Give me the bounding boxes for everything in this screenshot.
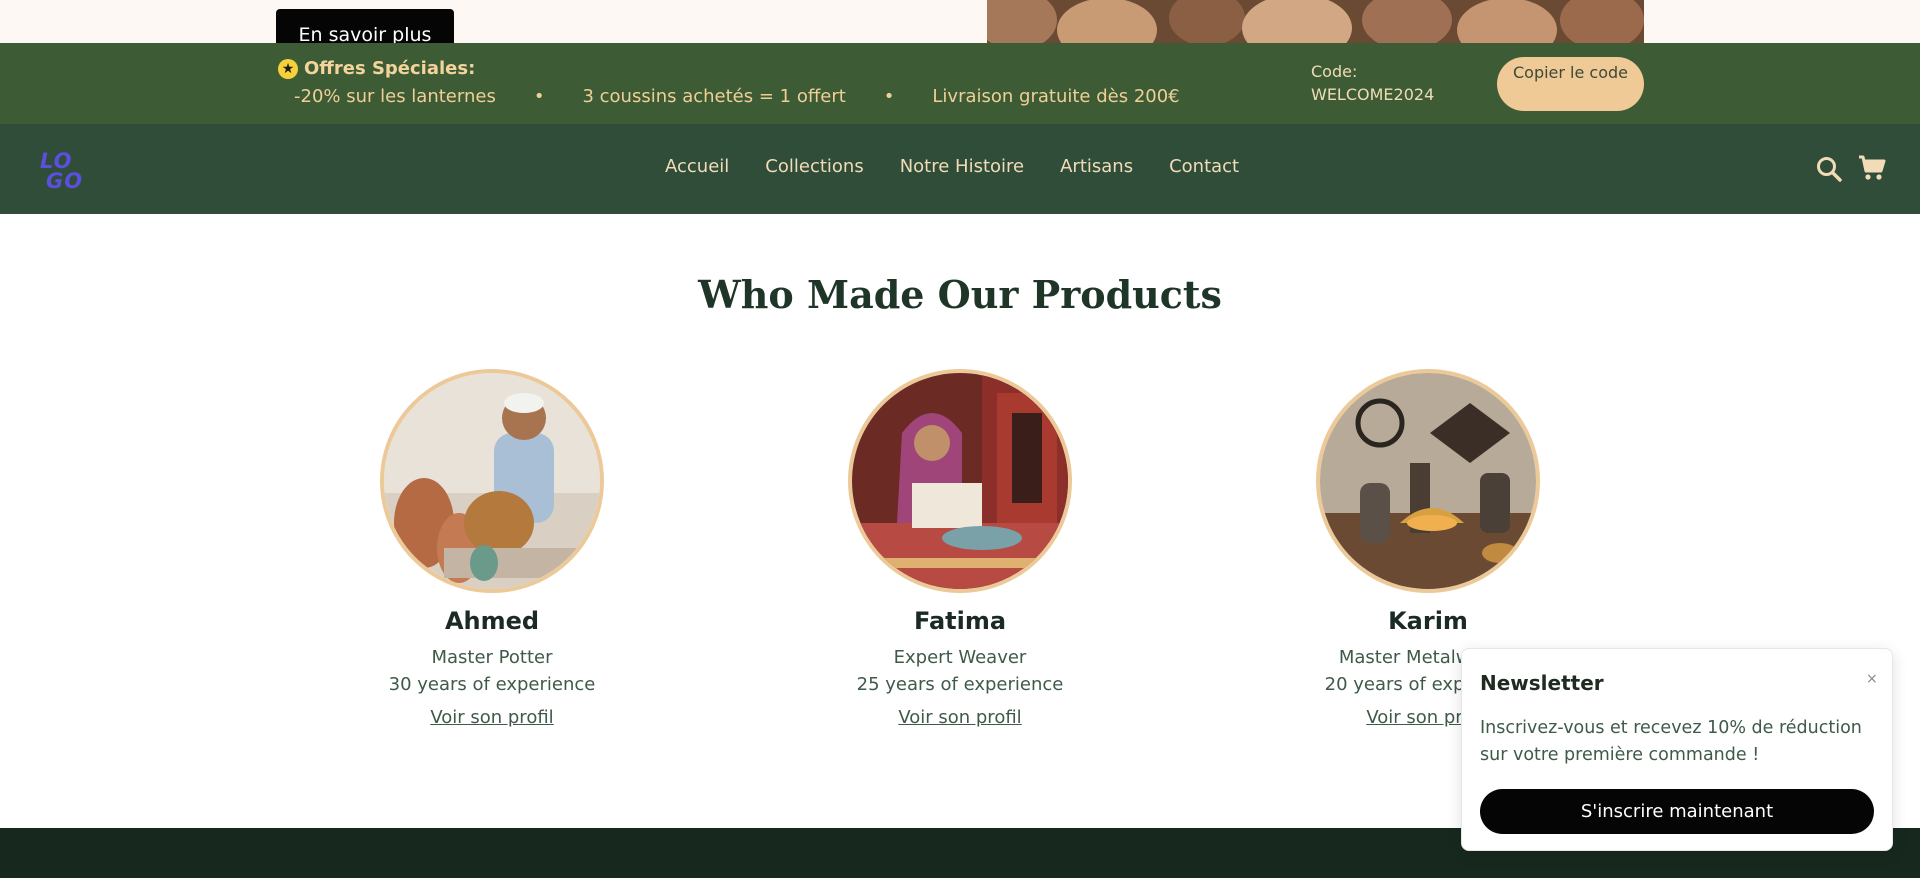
promo-code: Code: WELCOME2024 (1311, 60, 1434, 106)
artisan-role: Master Potter (431, 647, 553, 668)
logo[interactable]: LO GO (38, 148, 90, 193)
star-icon: ★ (278, 58, 298, 79)
newsletter-title: Newsletter (1480, 671, 1604, 695)
promo-separator: • (533, 86, 545, 107)
artisan-card: Ahmed Master Potter 30 years of experien… (312, 369, 672, 728)
promo-item: 3 coussins achetés = 1 offert (582, 86, 846, 107)
newsletter-popup: Newsletter × Inscrivez-vous et recevez 1… (1461, 648, 1893, 851)
promo-item: -20% sur les lanternes (294, 86, 496, 107)
promo-bar: ★ Offres Spéciales: -20% sur les lantern… (0, 43, 1920, 124)
artisan-avatar (848, 369, 1072, 593)
nav-link-collections[interactable]: Collections (765, 156, 863, 177)
copy-code-button[interactable]: Copier le code (1497, 57, 1644, 111)
promo-title-text: Offres Spéciales: (304, 58, 476, 79)
promo-code-label: Code: (1311, 62, 1358, 81)
cart-icon[interactable] (1858, 154, 1886, 182)
subscribe-button[interactable]: S'inscrire maintenant (1480, 789, 1874, 834)
artisan-name: Fatima (913, 607, 1007, 635)
newsletter-text: Inscrivez-vous et recevez 10% de réducti… (1480, 718, 1862, 765)
promo-title: ★ Offres Spéciales: (278, 58, 475, 79)
artisan-experience: 25 years of experience (856, 674, 1064, 695)
promo-item: Livraison gratuite dès 200€ (932, 86, 1180, 107)
promo-separator: • (883, 86, 895, 107)
close-icon[interactable]: × (1866, 671, 1878, 687)
pottery-image (987, 0, 1644, 43)
nav-link-contact[interactable]: Contact (1169, 156, 1239, 177)
search-icon[interactable] (1816, 156, 1842, 182)
svg-text:GO: GO (46, 169, 83, 192)
section-title: Who Made Our Products (698, 272, 1222, 317)
artisan-card: Fatima Expert Weaver 25 years of experie… (780, 369, 1140, 728)
main-nav: LO GO Accueil Collections Notre Histoire… (0, 124, 1920, 214)
artisan-experience: 30 years of experience (388, 674, 596, 695)
artisan-profile-link[interactable]: Voir son profil (430, 707, 553, 728)
promo-code-value: WELCOME2024 (1311, 85, 1435, 104)
nav-link-artisans[interactable]: Artisans (1060, 156, 1133, 177)
artisan-name: Karim (1388, 607, 1468, 635)
nav-links: Accueil Collections Notre Histoire Artis… (665, 156, 1239, 177)
promo-items: -20% sur les lanternes • 3 coussins ache… (294, 86, 1180, 107)
nav-link-accueil[interactable]: Accueil (665, 156, 729, 177)
artisan-name: Ahmed (444, 607, 540, 635)
artisan-role: Expert Weaver (893, 647, 1027, 668)
nav-link-notre-histoire[interactable]: Notre Histoire (900, 156, 1024, 177)
artisan-avatar (1316, 369, 1540, 593)
artisan-profile-link[interactable]: Voir son profil (898, 707, 1021, 728)
artisan-avatar (380, 369, 604, 593)
